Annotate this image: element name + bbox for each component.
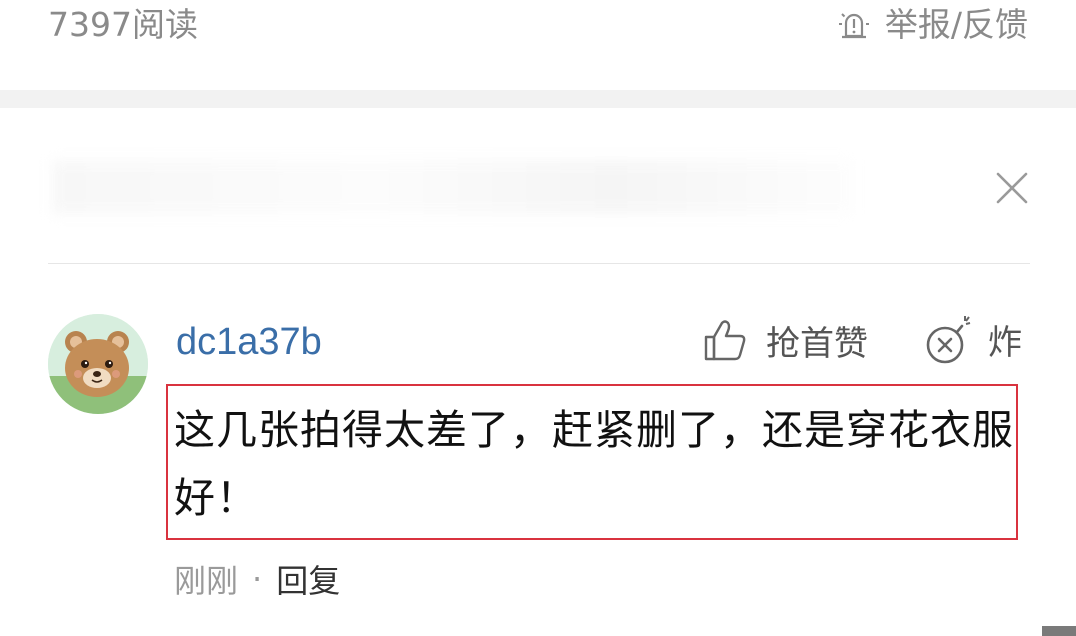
section-separator — [0, 90, 1076, 108]
report-feedback-label: 举报/反馈 — [884, 5, 1028, 44]
bomb-icon — [926, 316, 971, 364]
divider — [48, 263, 1030, 264]
bomb-label: 炸 — [988, 322, 1022, 363]
comment-username[interactable]: dc1a37b — [176, 316, 322, 368]
scroll-indicator — [1042, 626, 1076, 636]
comment-highlight-box: 这几张拍得太差了，赶紧删了，还是穿花衣服好！ — [166, 384, 1018, 540]
like-label: 抢首赞 — [766, 323, 868, 364]
avatar[interactable] — [48, 314, 148, 414]
bear-avatar-icon — [48, 314, 148, 414]
report-icon — [838, 13, 869, 39]
close-icon[interactable] — [992, 168, 1032, 208]
reply-button[interactable]: 回复 — [276, 556, 340, 602]
thumbs-up-icon — [704, 320, 746, 361]
comment-text: 这几张拍得太差了，赶紧删了，还是穿花衣服好！ — [174, 406, 1014, 522]
comment-meta-row: 刚刚 · 回复 — [174, 556, 340, 602]
comment-panel-header — [0, 108, 1076, 263]
blurred-content — [52, 160, 852, 214]
bomb-button[interactable]: 炸 — [924, 312, 1022, 366]
read-count: 7397阅读 — [48, 5, 198, 44]
meta-separator: · — [252, 560, 263, 598]
like-button[interactable]: 抢首赞 — [702, 314, 868, 366]
comment-time: 刚刚 — [174, 562, 239, 600]
report-feedback-button[interactable]: 举报/反馈 — [837, 3, 1028, 47]
article-meta-row: 7397阅读 举报/反馈 — [0, 0, 1076, 90]
